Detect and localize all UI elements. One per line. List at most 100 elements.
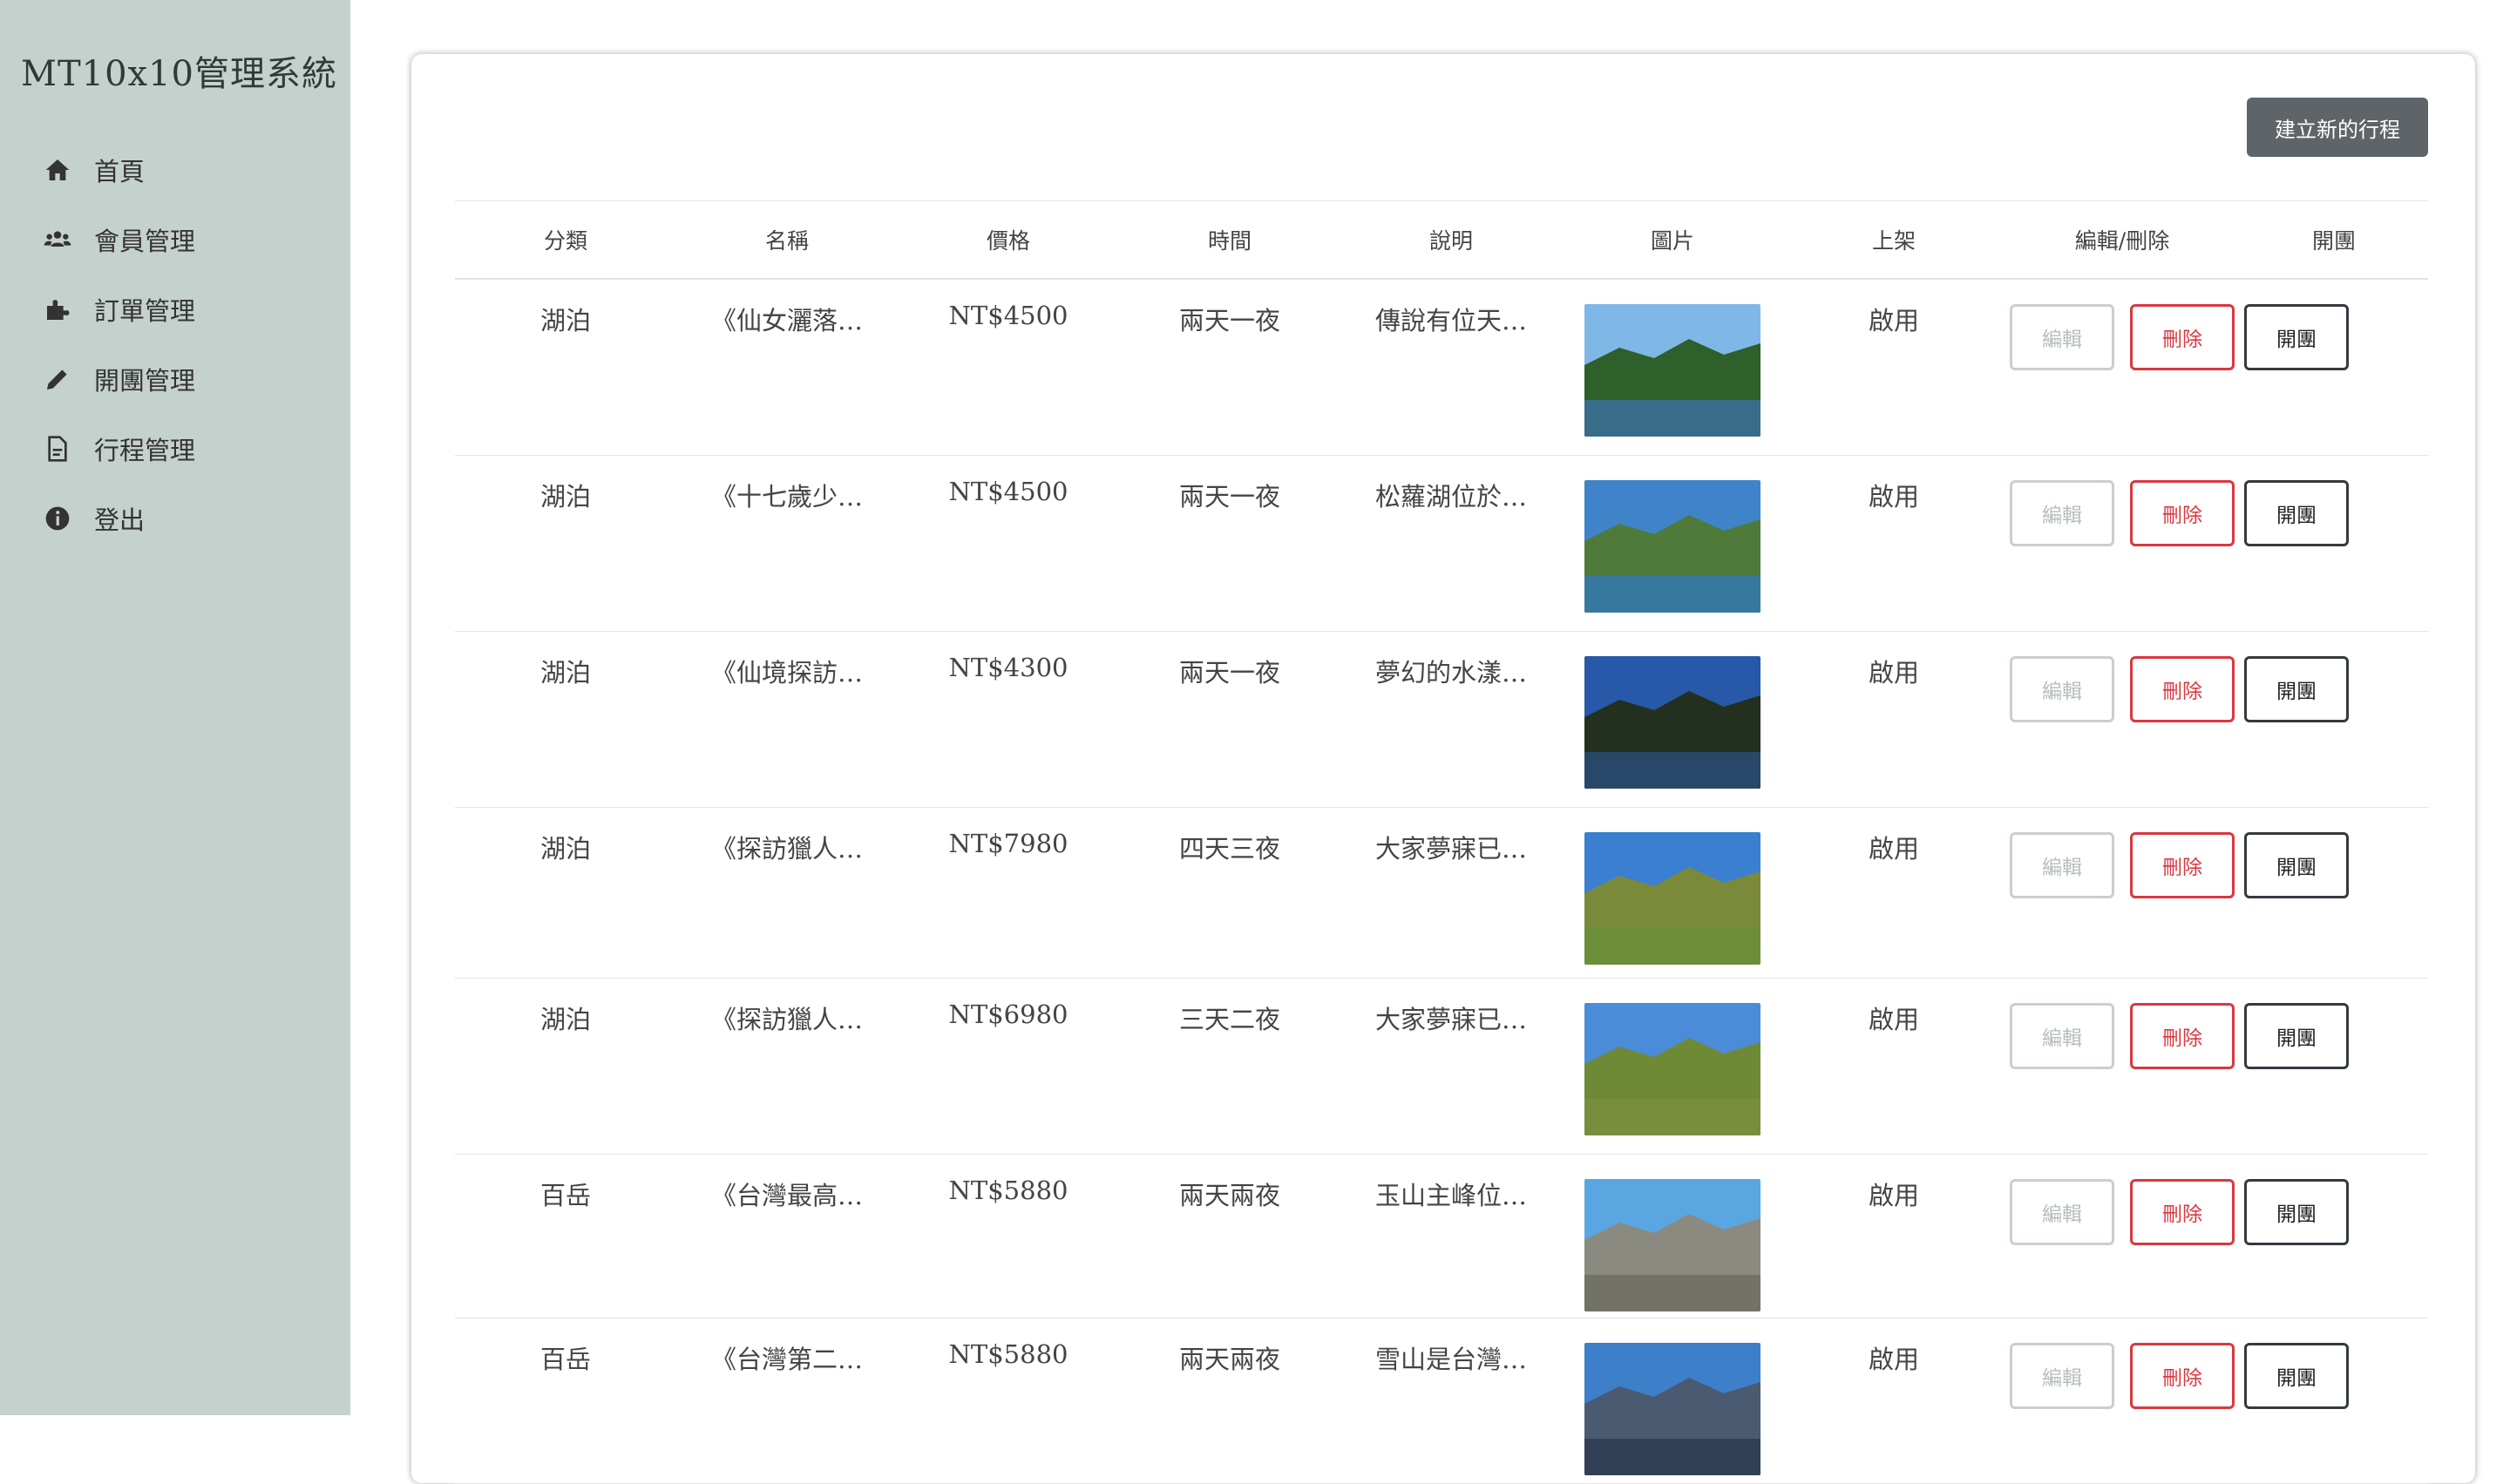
column-header-price: 價格	[898, 200, 1119, 280]
open-group-button[interactable]: 開團	[2244, 831, 2349, 898]
trip-thumbnail[interactable]	[1584, 479, 1760, 613]
cell-description: 傳說有位天…	[1340, 279, 1562, 456]
cell-open-group: 開團	[2240, 978, 2428, 1155]
sidebar-item-members[interactable]: 會員管理	[0, 205, 350, 274]
edit-button[interactable]: 編輯	[2010, 1342, 2114, 1409]
open-group-button[interactable]: 開團	[2244, 479, 2349, 546]
cell-image	[1562, 1154, 1783, 1318]
create-trip-button[interactable]: 建立新的行程	[2247, 98, 2428, 157]
edit-button[interactable]: 編輯	[2010, 1002, 2114, 1069]
cell-description: 松蘿湖位於…	[1340, 455, 1562, 632]
cell-price: NT$6980	[898, 978, 1119, 1155]
edit-button[interactable]: 編輯	[2010, 655, 2114, 722]
cell-price: NT$4500	[898, 279, 1119, 456]
trip-thumbnail[interactable]	[1584, 1002, 1760, 1135]
cell-name: 《仙境探訪…	[676, 631, 898, 808]
delete-button[interactable]: 刪除	[2130, 1342, 2235, 1409]
sidebar-item-home[interactable]: 首頁	[0, 135, 350, 205]
cell-price: NT$5880	[898, 1154, 1119, 1318]
cell-image	[1562, 978, 1783, 1155]
open-group-button[interactable]: 開團	[2244, 1002, 2349, 1069]
sidebar-item-orders[interactable]: 訂單管理	[0, 274, 350, 344]
delete-button[interactable]: 刪除	[2130, 479, 2235, 546]
cell-description: 玉山主峰位…	[1340, 1154, 1562, 1318]
cell-category: 百岳	[455, 1318, 676, 1484]
cell-description: 雪山是台灣…	[1340, 1318, 1562, 1484]
cell-image	[1562, 807, 1783, 979]
cell-edit-delete: 編輯 刪除	[2005, 279, 2240, 456]
sidebar-item-label: 訂單管理	[94, 296, 196, 326]
cell-open-group: 開團	[2240, 807, 2428, 979]
cell-category: 湖泊	[455, 455, 676, 632]
cell-image	[1562, 1318, 1783, 1484]
sidebar-item-groups[interactable]: 開團管理	[0, 344, 350, 414]
open-group-button[interactable]: 開團	[2244, 1178, 2349, 1245]
cell-open-group: 開團	[2240, 1318, 2428, 1484]
cell-edit-delete: 編輯 刪除	[2005, 631, 2240, 808]
trip-thumbnail[interactable]	[1584, 304, 1760, 437]
cell-edit-delete: 編輯 刪除	[2005, 1318, 2240, 1484]
trips-table: 分類 名稱 價格 時間 說明 圖片 上架 編輯/刪除 開團 湖泊 《仙女灑落… NT…	[455, 200, 2428, 1484]
trip-thumbnail[interactable]	[1584, 1342, 1760, 1475]
cell-category: 湖泊	[455, 807, 676, 979]
cell-status: 啟用	[1783, 279, 2005, 456]
cell-duration: 兩天一夜	[1119, 279, 1340, 456]
puzzle-icon	[40, 292, 75, 327]
cell-category: 湖泊	[455, 279, 676, 456]
table-row: 湖泊 《仙境探訪… NT$4300 兩天一夜 夢幻的水漾… 啟用 編輯 刪除 開團	[455, 631, 2428, 808]
delete-button[interactable]: 刪除	[2130, 831, 2235, 898]
cell-image	[1562, 631, 1783, 808]
cell-name: 《十七歲少…	[676, 455, 898, 632]
sidebar-item-trips[interactable]: 行程管理	[0, 414, 350, 484]
column-header-status: 上架	[1783, 200, 2005, 280]
column-header-duration: 時間	[1119, 200, 1340, 280]
cell-edit-delete: 編輯 刪除	[2005, 807, 2240, 979]
cell-status: 啟用	[1783, 978, 2005, 1155]
table-row: 湖泊 《探訪獵人… NT$6980 三天二夜 大家夢寐已… 啟用 編輯 刪除 開團	[455, 978, 2428, 1155]
open-group-button[interactable]: 開團	[2244, 655, 2349, 722]
cell-category: 湖泊	[455, 978, 676, 1155]
cell-duration: 四天三夜	[1119, 807, 1340, 979]
sidebar-nav: 首頁 會員管理 訂單管理 開團管理 行程管理 登出	[0, 135, 350, 553]
trip-thumbnail[interactable]	[1584, 655, 1760, 789]
trip-thumbnail[interactable]	[1584, 831, 1760, 965]
column-header-edit-delete: 編輯/刪除	[2005, 200, 2240, 280]
sidebar-item-logout[interactable]: 登出	[0, 484, 350, 553]
cell-edit-delete: 編輯 刪除	[2005, 1154, 2240, 1318]
cell-duration: 兩天兩夜	[1119, 1154, 1340, 1318]
cell-name: 《探訪獵人…	[676, 978, 898, 1155]
delete-button[interactable]: 刪除	[2130, 655, 2235, 722]
cell-status: 啟用	[1783, 1318, 2005, 1484]
sidebar-item-label: 行程管理	[94, 436, 196, 465]
delete-button[interactable]: 刪除	[2130, 304, 2235, 370]
sidebar-item-label: 開團管理	[94, 366, 196, 396]
sidebar-item-label: 登出	[94, 505, 146, 535]
cell-description: 夢幻的水漾…	[1340, 631, 1562, 808]
cell-open-group: 開團	[2240, 1154, 2428, 1318]
cell-name: 《台灣最高…	[676, 1154, 898, 1318]
cell-edit-delete: 編輯 刪除	[2005, 455, 2240, 632]
trip-thumbnail[interactable]	[1584, 1178, 1760, 1311]
edit-button[interactable]: 編輯	[2010, 1178, 2114, 1245]
column-header-open-group: 開團	[2240, 200, 2428, 280]
delete-button[interactable]: 刪除	[2130, 1002, 2235, 1069]
table-row: 百岳 《台灣最高… NT$5880 兩天兩夜 玉山主峰位… 啟用 編輯 刪除 開團	[455, 1154, 2428, 1318]
home-icon	[40, 152, 75, 187]
cell-duration: 兩天一夜	[1119, 455, 1340, 632]
cell-name: 《探訪獵人…	[676, 807, 898, 979]
open-group-button[interactable]: 開團	[2244, 304, 2349, 370]
cell-status: 啟用	[1783, 1154, 2005, 1318]
sidebar-item-label: 首頁	[94, 157, 146, 186]
delete-button[interactable]: 刪除	[2130, 1178, 2235, 1245]
edit-button[interactable]: 編輯	[2010, 304, 2114, 370]
edit-button[interactable]: 編輯	[2010, 479, 2114, 546]
cell-description: 大家夢寐已…	[1340, 978, 1562, 1155]
document-icon	[40, 431, 75, 466]
edit-button[interactable]: 編輯	[2010, 831, 2114, 898]
open-group-button[interactable]: 開團	[2244, 1342, 2349, 1409]
cell-image	[1562, 279, 1783, 456]
cell-image	[1562, 455, 1783, 632]
cell-category: 百岳	[455, 1154, 676, 1318]
cell-duration: 兩天一夜	[1119, 631, 1340, 808]
cell-status: 啟用	[1783, 807, 2005, 979]
